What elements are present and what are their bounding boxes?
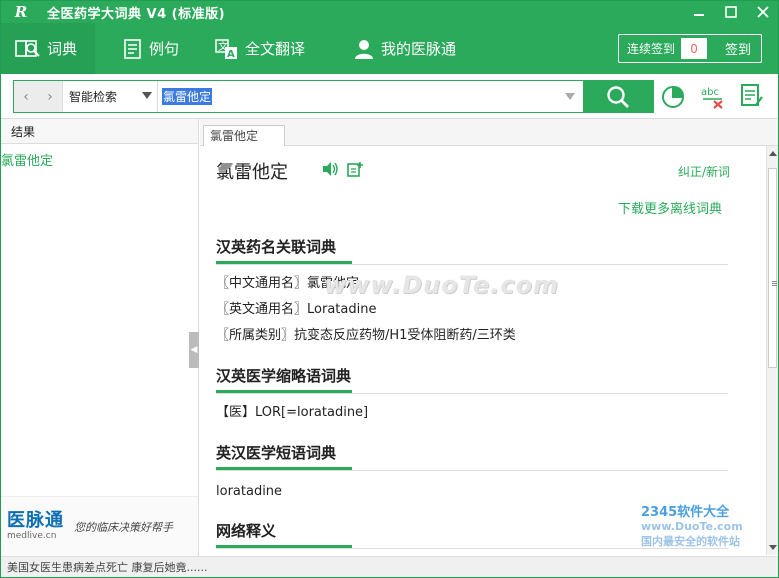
vertical-scrollbar[interactable]	[766, 146, 778, 555]
correct-link[interactable]: 纠正/新词	[678, 163, 730, 180]
divider	[216, 393, 728, 394]
history-nav: ‹ ›	[14, 81, 62, 112]
tab-translation[interactable]: 文A 全文翻译	[203, 23, 317, 74]
section-entries: 〖中文通用名〗氯雷他定 〖英文通用名〗Loratadine 〖所属类别〗抗变态反…	[216, 271, 728, 349]
search-input-value: 氯雷他定	[162, 88, 213, 105]
spellcheck-button[interactable]: abc	[700, 81, 726, 111]
checkin-panel: 连续签到 0 签到	[618, 34, 762, 63]
search-box: ‹ › 智能检索 氯雷他定	[13, 80, 654, 113]
checkin-button[interactable]: 签到	[725, 39, 751, 58]
tab-translation-label: 全文翻译	[245, 40, 306, 58]
medlive-brand: 医脉通	[7, 510, 64, 531]
section-entries: 【医】LOR[=loratadine]	[216, 400, 728, 426]
headword: 氯雷他定	[216, 162, 288, 183]
app-logo: R	[14, 3, 28, 21]
forward-arrow-icon[interactable]: ›	[47, 89, 53, 105]
notes-button[interactable]	[739, 81, 765, 111]
minimize-icon	[694, 14, 704, 16]
document-icon	[124, 38, 141, 59]
section-drug-names: 汉英药名关联词典 〖中文通用名〗氯雷他定 〖英文通用名〗Loratadine 〖…	[216, 236, 728, 349]
panel-collapse-handle[interactable]: ◀	[189, 332, 199, 368]
entry: 〖中文通用名〗氯雷他定	[216, 276, 360, 291]
svg-text:abc: abc	[701, 87, 719, 98]
scroll-thumb[interactable]	[768, 168, 777, 368]
user-icon	[355, 39, 374, 59]
close-button[interactable]	[754, 3, 772, 21]
download-dict-link[interactable]: 下载更多离线词典	[618, 198, 722, 217]
search-mode-value: 智能检索	[69, 90, 118, 104]
section-phrases: 英汉医学短语词典 loratadine	[216, 442, 728, 505]
tab-examples-label: 例句	[149, 40, 180, 58]
add-note-icon[interactable]	[347, 161, 363, 177]
scroll-down-icon[interactable]	[769, 545, 777, 550]
divider	[216, 470, 728, 471]
search-icon	[607, 85, 629, 108]
divider	[216, 548, 728, 549]
toolbar-icons: abc	[661, 81, 765, 111]
maximize-button[interactable]	[722, 3, 740, 21]
window-controls	[690, 1, 772, 23]
search-button[interactable]	[583, 81, 653, 112]
svg-text:A: A	[227, 49, 235, 60]
entry: 【医】LOR[=loratadine]	[216, 405, 369, 420]
pie-tool-button[interactable]	[661, 81, 687, 111]
result-item[interactable]: 氯雷他定	[1, 150, 198, 169]
medlive-logo: 医脉通 medlive.cn	[7, 512, 64, 541]
main-nav: 词典 例句 文A 全文翻译 我的医脉通 连续签到 0 签到	[1, 23, 778, 74]
divider	[216, 264, 728, 265]
book-search-icon	[15, 39, 40, 57]
app-window: R 全医药学大词典 V4 (标准版) 词典 例句 文A 全文翻译 我的医脉通 连…	[0, 0, 779, 578]
content-tab[interactable]: 氯雷他定	[203, 125, 285, 147]
close-icon	[757, 6, 769, 18]
search-input[interactable]: 氯雷他定	[158, 81, 583, 112]
speaker-icon[interactable]	[321, 161, 339, 177]
scroll-up-icon[interactable]	[769, 151, 777, 156]
definition-panel: 氯雷他定 纠正/新词 下载更多离线词典 汉英药名关联词典 〖中文通用名〗氯雷他定…	[200, 146, 766, 555]
results-header: 结果	[1, 119, 198, 144]
entry: loratadine	[216, 484, 283, 499]
headword-actions	[321, 161, 363, 177]
translate-icon: 文A	[215, 38, 238, 60]
tab-my-medlive-label: 我的医脉通	[381, 40, 457, 58]
results-panel: 结果 氯雷他定 医脉通 medlive.cn 您的临床决策好帮手	[1, 119, 199, 556]
medlive-ad[interactable]: 医脉通 medlive.cn 您的临床决策好帮手	[1, 496, 198, 556]
content-tabstrip: 氯雷他定	[200, 119, 778, 147]
section-abbreviations: 汉英医学缩略语词典 【医】LOR[=loratadine]	[216, 365, 728, 426]
section-web-definitions: 网络释义	[216, 520, 728, 549]
medlive-slogan: 您的临床决策好帮手	[74, 520, 173, 534]
search-row: ‹ › 智能检索 氯雷他定 abc	[1, 74, 778, 119]
title-bar: R 全医药学大词典 V4 (标准版)	[1, 1, 778, 23]
minimize-button[interactable]	[690, 3, 708, 21]
tab-dictionary[interactable]: 词典	[1, 23, 96, 74]
notes-icon	[741, 84, 763, 106]
spellcheck-icon: abc	[701, 87, 723, 109]
section-title: 汉英药名关联词典	[216, 236, 728, 264]
entry: 〖英文通用名〗Loratadine	[216, 302, 377, 317]
entry: 〖所属类别〗抗变态反应药物/H1受体阻断药/三环类	[216, 328, 516, 343]
chevron-down-icon	[142, 92, 152, 99]
maximize-icon	[725, 6, 737, 18]
checkin-count: 0	[681, 38, 708, 59]
status-bar[interactable]: 美国女医生患病差点死亡 康复后她竟......	[1, 556, 778, 577]
pie-chart-icon	[662, 85, 685, 108]
grip-icon	[772, 281, 777, 282]
tab-dictionary-label: 词典	[47, 40, 78, 58]
checkin-label: 连续签到	[627, 42, 676, 56]
search-mode-select[interactable]: 智能检索	[62, 81, 158, 112]
tab-my-medlive[interactable]: 我的医脉通	[341, 23, 468, 74]
section-entries: loratadine	[216, 479, 728, 505]
section-title: 汉英医学缩略语词典	[216, 365, 728, 393]
back-arrow-icon[interactable]: ‹	[23, 89, 29, 105]
medlive-domain: medlive.cn	[7, 531, 57, 541]
section-title: 网络释义	[216, 520, 728, 548]
section-title: 英汉医学短语词典	[216, 442, 728, 470]
tab-examples[interactable]: 例句	[111, 23, 191, 74]
app-title: 全医药学大词典 V4 (标准版)	[47, 6, 226, 22]
history-dropdown-icon[interactable]	[565, 93, 575, 100]
